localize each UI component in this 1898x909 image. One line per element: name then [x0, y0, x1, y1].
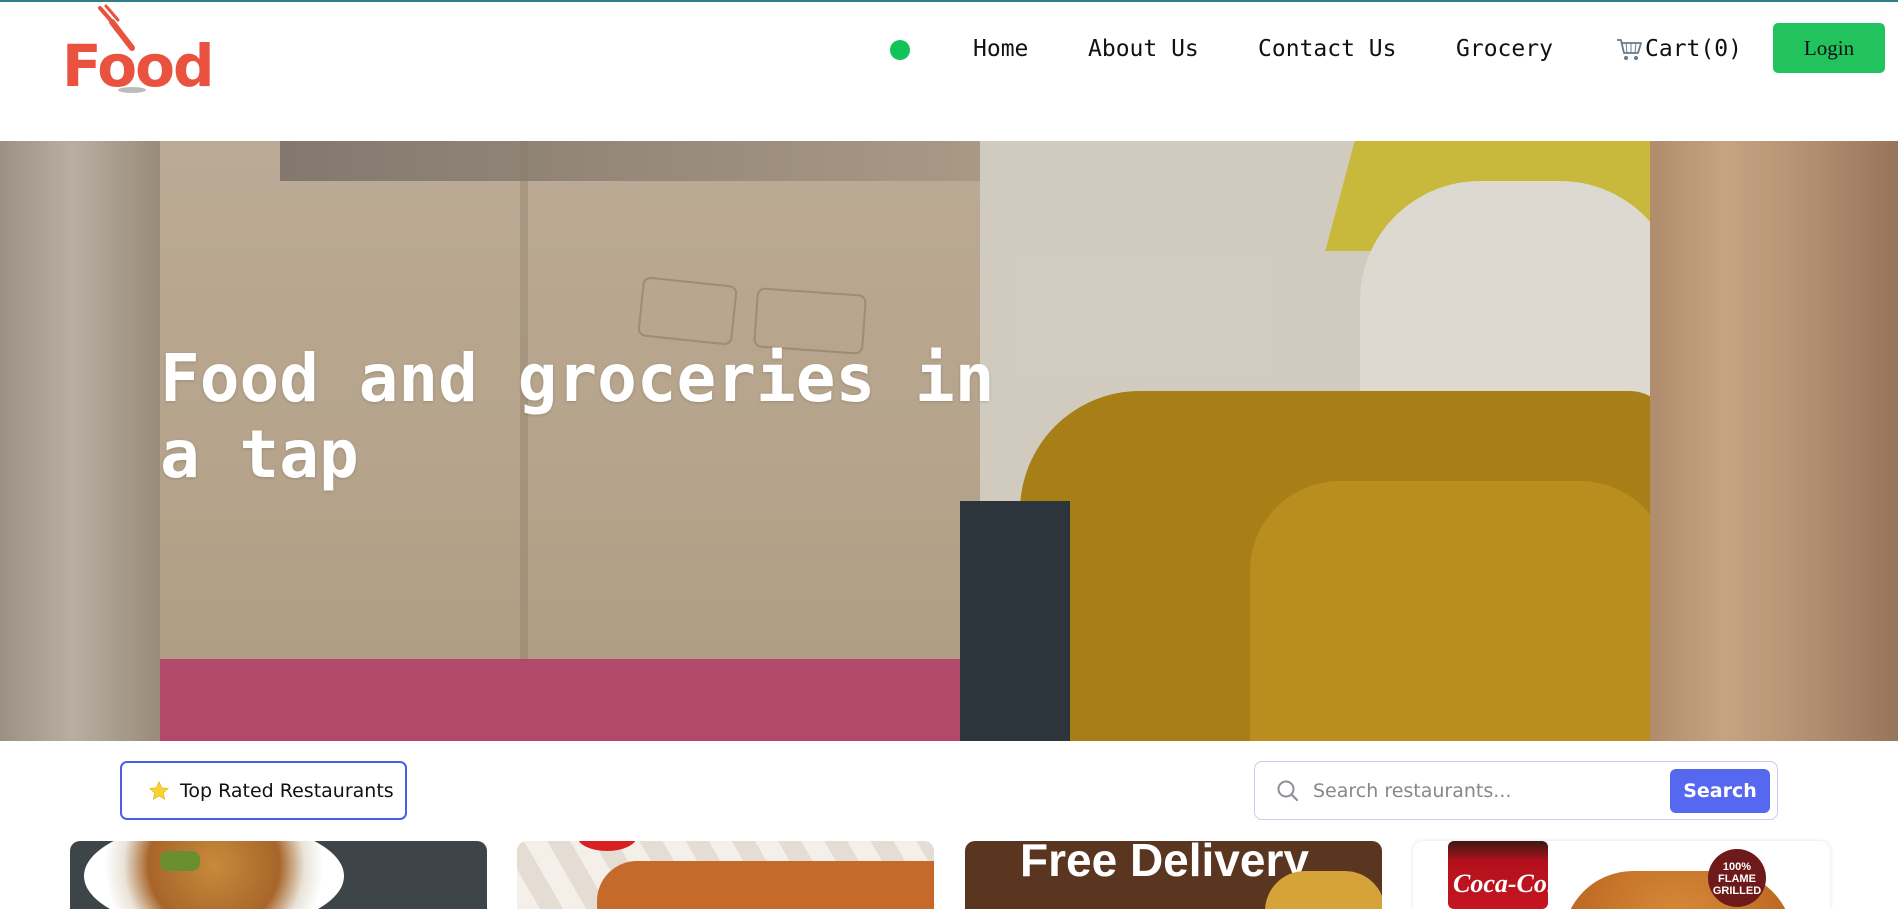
search-icon — [1277, 780, 1299, 802]
cart-link[interactable]: Cart(0) — [1615, 36, 1742, 62]
restaurant-card-noodles[interactable] — [70, 841, 487, 909]
hero-banner: Food and groceries in a tap — [0, 141, 1898, 741]
food-logo[interactable]: Food — [62, 4, 214, 100]
search-input[interactable] — [1313, 772, 1613, 810]
top-rated-label: Top Rated Restaurants — [180, 779, 394, 802]
nav-grocery-link[interactable]: Grocery — [1456, 36, 1553, 62]
flame-grilled-badge: 100% FLAME GRILLED — [1708, 849, 1766, 907]
nav-contact-link[interactable]: Contact Us — [1258, 36, 1396, 62]
noodle-veg-image — [160, 851, 200, 871]
restaurant-card-free-delivery[interactable]: Free Delivery — [965, 841, 1382, 909]
noodle-bowl-image — [84, 841, 344, 909]
star-icon — [148, 780, 170, 800]
login-button[interactable]: Login — [1773, 23, 1885, 73]
card-3-food-image — [1265, 871, 1382, 909]
nav-home-link[interactable]: Home — [973, 36, 1028, 62]
site-header: Food Home About Us Contact Us Grocery Ca… — [0, 2, 1898, 141]
restaurant-card-burger[interactable]: Coca-Cola 100% FLAME GRILLED — [1413, 841, 1830, 909]
online-status-dot — [890, 40, 910, 60]
hero-title: Food and groceries in a tap — [160, 340, 995, 493]
search-button[interactable]: Search — [1670, 769, 1770, 813]
search-bar: Search — [1254, 761, 1778, 820]
coca-cola-logo: Coca-Cola — [1453, 869, 1568, 898]
restaurant-card-2[interactable] — [517, 841, 934, 909]
logo-text: Food — [62, 32, 214, 100]
card-2-food-image — [597, 861, 934, 909]
cart-icon — [1617, 39, 1642, 60]
cart-label: Cart(0) — [1645, 36, 1742, 62]
free-delivery-text: Free Delivery — [1020, 841, 1309, 886]
top-rated-filter-button[interactable]: Top Rated Restaurants — [120, 761, 407, 820]
nav-about-link[interactable]: About Us — [1088, 36, 1199, 62]
